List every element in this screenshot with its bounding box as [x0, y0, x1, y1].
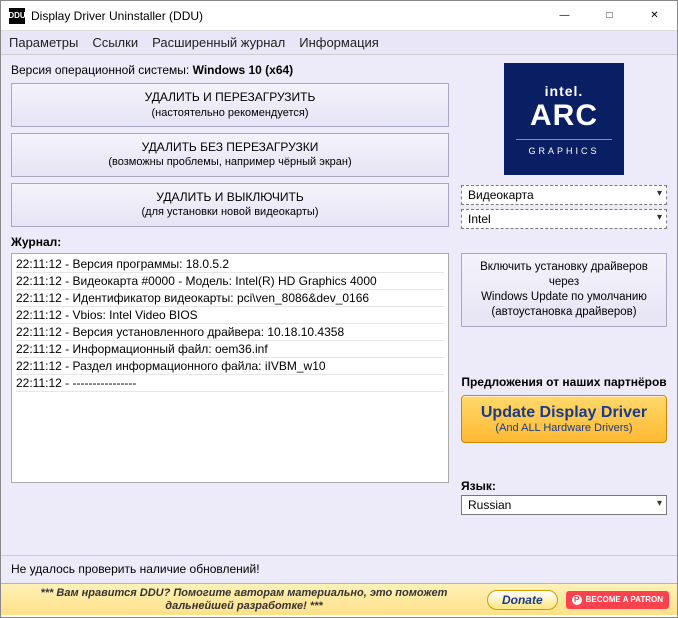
update-display-driver-button[interactable]: Update Display Driver (And ALL Hardware … [461, 395, 667, 443]
log-line[interactable]: 22:11:12 - Раздел информационного файла:… [16, 358, 444, 375]
log-line[interactable]: 22:11:12 - Версия установленного драйвер… [16, 324, 444, 341]
logo-arc-text: ARC [530, 101, 598, 131]
log-line[interactable]: 22:11:12 - Видеокарта #0000 - Модель: In… [16, 273, 444, 290]
partner-label: Предложения от наших партнёров [461, 375, 667, 389]
uninstall-restart-button[interactable]: УДАЛИТЬ И ПЕРЕЗАГРУЗИТЬ (настоятельно ре… [11, 83, 449, 127]
log-line[interactable]: 22:11:12 - Vbios: Intel Video BIOS [16, 307, 444, 324]
footer-text: *** Вам нравится DDU? Помогите авторам м… [9, 587, 479, 612]
status-text: Не удалось проверить наличие обновлений! [11, 562, 260, 576]
winupdate-l2: Windows Update по умолчанию [466, 290, 662, 305]
btn2-title: УДАЛИТЬ БЕЗ ПЕРЕЗАГРУЗКИ [142, 140, 319, 154]
maximize-button[interactable]: □ [587, 1, 632, 30]
winupdate-l3: (автоустановка драйверов) [466, 305, 662, 320]
device-type-value: Видеокарта [468, 188, 534, 202]
winupdate-l1: Включить установку драйверов через [466, 260, 662, 290]
menu-links[interactable]: Ссылки [92, 35, 138, 50]
btn3-title: УДАЛИТЬ И ВЫКЛЮЧИТЬ [156, 190, 304, 204]
language-label: Язык: [461, 479, 667, 493]
log-line[interactable]: 22:11:12 - ---------------- [16, 375, 444, 392]
log-line[interactable]: 22:11:12 - Версия программы: 18.0.5.2 [16, 256, 444, 273]
uninstall-no-restart-button[interactable]: УДАЛИТЬ БЕЗ ПЕРЕЗАГРУЗКИ (возможны пробл… [11, 133, 449, 177]
status-bar: Не удалось проверить наличие обновлений! [1, 555, 677, 583]
log-line[interactable]: 22:11:12 - Информационный файл: oem36.in… [16, 341, 444, 358]
os-value: Windows 10 (x64) [193, 63, 294, 77]
become-patron-button[interactable]: P BECOME A PATRON [566, 591, 669, 609]
btn3-sub: (для установки новой видеокарты) [16, 205, 444, 219]
vendor-dropdown[interactable]: Intel [461, 209, 667, 229]
language-dropdown[interactable]: Russian [461, 495, 667, 515]
footer: *** Вам нравится DDU? Помогите авторам м… [1, 583, 677, 615]
donate-label: Donate [502, 593, 543, 607]
patron-label: BECOME A PATRON [586, 595, 663, 604]
vendor-value: Intel [468, 212, 491, 226]
os-line: Версия операционной системы: Windows 10 … [11, 63, 449, 77]
os-label: Версия операционной системы: [11, 63, 189, 77]
btn2-sub: (возможны проблемы, например чёрный экра… [16, 155, 444, 169]
patreon-icon: P [572, 595, 582, 605]
menu-bar: Параметры Ссылки Расширенный журнал Инфо… [1, 31, 677, 55]
minimize-button[interactable]: — [542, 1, 587, 30]
app-icon: DDU [9, 8, 25, 24]
uninstall-shutdown-button[interactable]: УДАЛИТЬ И ВЫКЛЮЧИТЬ (для установки новой… [11, 183, 449, 227]
menu-info[interactable]: Информация [299, 35, 379, 50]
donate-button[interactable]: Donate [487, 590, 558, 610]
title-bar: DDU Display Driver Uninstaller (DDU) — □… [1, 1, 677, 31]
window-title: Display Driver Uninstaller (DDU) [31, 9, 542, 23]
log-line[interactable]: 22:11:12 - Идентификатор видеокарты: pci… [16, 290, 444, 307]
logo-graphics-text: GRAPHICS [516, 139, 612, 156]
btn1-sub: (настоятельно рекомендуется) [16, 106, 444, 120]
close-button[interactable]: ✕ [632, 1, 677, 30]
menu-extended-log[interactable]: Расширенный журнал [152, 35, 285, 50]
update-driver-l2: (And ALL Hardware Drivers) [466, 422, 662, 434]
log-box[interactable]: 22:11:12 - Версия программы: 18.0.5.222:… [11, 253, 449, 483]
log-label: Журнал: [11, 235, 449, 249]
language-value: Russian [468, 498, 511, 512]
update-driver-l1: Update Display Driver [466, 404, 662, 422]
enable-windows-update-button[interactable]: Включить установку драйверов через Windo… [461, 253, 667, 327]
btn1-title: УДАЛИТЬ И ПЕРЕЗАГРУЗИТЬ [145, 90, 316, 104]
menu-params[interactable]: Параметры [9, 35, 78, 50]
device-type-dropdown[interactable]: Видеокарта [461, 185, 667, 205]
intel-arc-logo: intel. ARC GRAPHICS [504, 63, 624, 175]
logo-intel-text: intel. [545, 83, 584, 99]
